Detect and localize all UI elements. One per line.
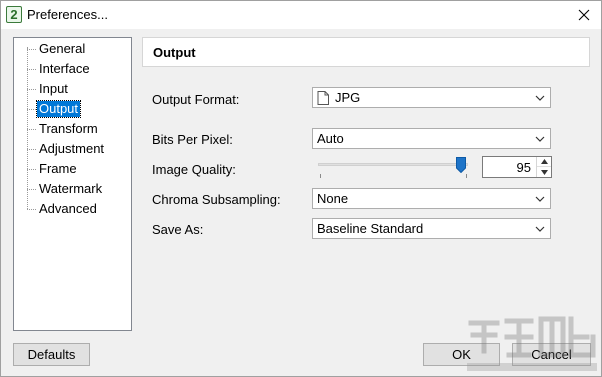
close-button[interactable] — [567, 1, 601, 29]
tree-branch — [27, 149, 36, 150]
save-as-dropdown[interactable]: Baseline Standard — [312, 218, 551, 239]
site-watermark-logo — [467, 316, 597, 371]
chevron-down-icon — [535, 95, 545, 101]
tree-branch — [27, 209, 36, 210]
window-title: Preferences... — [27, 7, 108, 22]
preferences-window: 2 Preferences... General Interface Input… — [0, 0, 602, 377]
tree-branch — [27, 189, 36, 190]
slider-tick — [320, 174, 321, 178]
chevron-down-icon — [535, 196, 545, 202]
tree-branch — [27, 49, 36, 50]
nav-item-label: Input — [39, 81, 68, 96]
output-format-value: JPG — [335, 90, 361, 105]
tree-branch — [27, 169, 36, 170]
bits-per-pixel-value: Auto — [317, 131, 344, 146]
save-as-label: Save As: — [152, 222, 204, 237]
file-icon — [317, 91, 329, 105]
nav-item-watermark[interactable]: Watermark — [14, 180, 130, 198]
triangle-up-icon — [540, 159, 548, 164]
output-format-dropdown[interactable]: JPG — [312, 87, 551, 108]
slider-thumb[interactable] — [455, 157, 466, 173]
bits-per-pixel-label: Bits Per Pixel: — [152, 132, 233, 147]
nav-item-label-selected: Output — [35, 100, 82, 118]
spin-buttons — [536, 157, 551, 177]
close-icon — [578, 9, 590, 21]
nav-item-label: Advanced — [39, 201, 97, 216]
output-settings-panel: Output Output Format: JPG Bits Per Pixel… — [140, 37, 592, 331]
nav-item-interface[interactable]: Interface — [14, 60, 130, 78]
nav-item-general[interactable]: General — [14, 40, 130, 58]
image-quality-slider[interactable] — [318, 163, 468, 166]
tree-branch — [27, 129, 36, 130]
slider-tick — [466, 174, 467, 178]
image-quality-value: 95 — [516, 160, 531, 175]
tree-branch — [27, 89, 36, 90]
chroma-subsampling-label: Chroma Subsampling: — [152, 192, 281, 207]
triangle-down-icon — [540, 169, 548, 175]
nav-item-input[interactable]: Input — [14, 80, 130, 98]
preferences-nav-tree[interactable]: General Interface Input Output Transform… — [13, 37, 132, 331]
nav-item-transform[interactable]: Transform — [14, 120, 130, 138]
app-icon: 2 — [6, 6, 22, 23]
image-quality-label: Image Quality: — [152, 162, 236, 177]
spin-up-button[interactable] — [537, 157, 551, 167]
chroma-subsampling-value: None — [317, 191, 349, 206]
section-header: Output — [142, 37, 590, 67]
nav-item-frame[interactable]: Frame — [14, 160, 130, 178]
image-quality-spinbox[interactable]: 95 — [482, 156, 552, 178]
output-format-label: Output Format: — [152, 92, 240, 107]
nav-item-label: Adjustment — [39, 141, 105, 156]
nav-item-label: General — [39, 41, 86, 56]
nav-item-advanced[interactable]: Advanced — [14, 200, 130, 218]
save-as-value: Baseline Standard — [317, 221, 424, 236]
nav-item-label: Frame — [39, 161, 77, 176]
chroma-subsampling-dropdown[interactable]: None — [312, 188, 551, 209]
nav-item-label: Watermark — [39, 181, 103, 196]
bits-per-pixel-dropdown[interactable]: Auto — [312, 128, 551, 149]
title-bar[interactable]: 2 Preferences... — [1, 1, 601, 29]
tree-branch — [27, 109, 36, 110]
nav-item-adjustment[interactable]: Adjustment — [14, 140, 130, 158]
defaults-button[interactable]: Defaults — [13, 343, 90, 366]
section-title: Output — [153, 45, 196, 60]
chevron-down-icon — [535, 136, 545, 142]
tree-branch — [27, 69, 36, 70]
nav-item-label: Transform — [39, 121, 98, 136]
nav-item-output[interactable]: Output — [14, 100, 130, 118]
nav-item-label: Interface — [39, 61, 90, 76]
chevron-down-icon — [535, 226, 545, 232]
spin-down-button[interactable] — [537, 167, 551, 177]
